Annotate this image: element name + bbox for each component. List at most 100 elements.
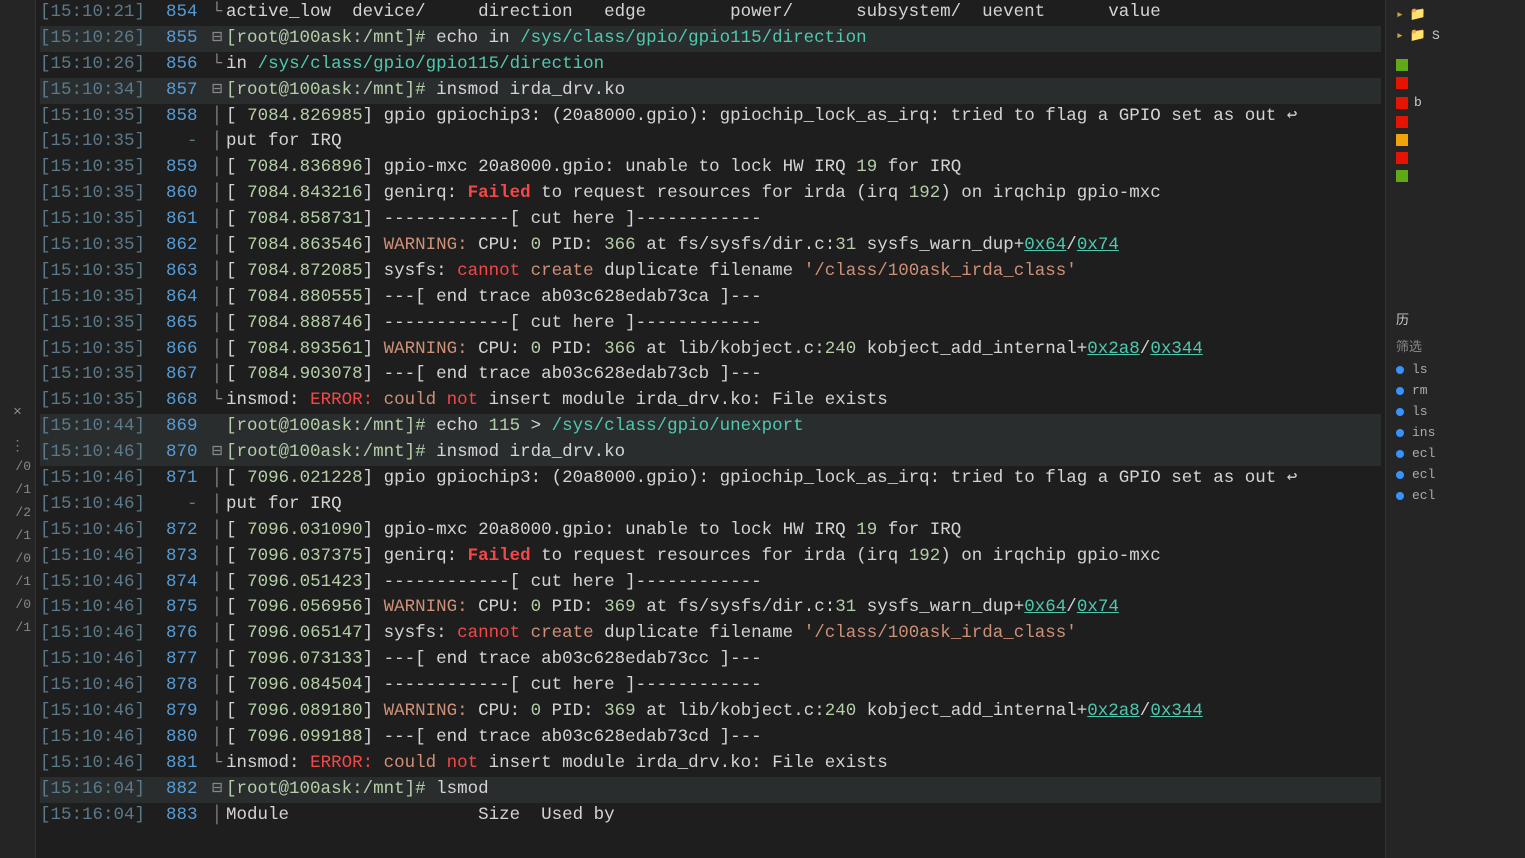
text-segment: at fs/sysfs/dir.c: (636, 235, 836, 255)
fold-icon[interactable]: └ (208, 52, 226, 78)
leftbar-item[interactable]: /1 (0, 570, 35, 593)
fold-icon[interactable]: │ (208, 595, 226, 621)
text-segment: lsmod (426, 779, 489, 799)
fold-icon[interactable]: │ (208, 129, 226, 155)
timestamp: [15:10:35] (40, 235, 156, 255)
timestamp: [15:10:35] (40, 183, 156, 203)
fold-icon[interactable]: │ (208, 233, 226, 259)
text-segment: at lib/kobject.c: (636, 701, 825, 721)
folder-item[interactable]: ▸📁 (1390, 4, 1521, 25)
history-item[interactable]: ecl (1390, 443, 1521, 464)
text-segment (520, 623, 531, 643)
text-segment: ] gpio gpiochip3: (20a8000.gpio): gpioch… (363, 468, 1298, 488)
fold-icon[interactable]: │ (208, 181, 226, 207)
terminal-line: [15:10:35] 861 │[ 7084.858731] ---------… (40, 207, 1381, 233)
text-segment: [ (226, 675, 247, 695)
fold-icon[interactable]: ⊟ (208, 26, 226, 52)
fold-icon[interactable]: │ (208, 725, 226, 751)
text-segment: ] genirq: (363, 546, 468, 566)
terminal-line: [15:10:35] 859 │[ 7084.836896] gpio-mxc … (40, 155, 1381, 181)
text-segment: 366 (604, 235, 636, 255)
filter-label[interactable]: 筛选 (1390, 332, 1521, 359)
status-item[interactable] (1390, 113, 1521, 131)
fold-icon[interactable]: │ (208, 155, 226, 181)
history-item[interactable]: ls (1390, 401, 1521, 422)
status-item[interactable]: b (1390, 92, 1521, 113)
status-item[interactable] (1390, 167, 1521, 185)
fold-icon[interactable]: └ (208, 751, 226, 777)
close-icon[interactable]: ✕ (0, 395, 35, 428)
terminal-output[interactable]: [15:10:21] 854 └active_low device/ direc… (36, 0, 1385, 858)
status-item[interactable] (1390, 74, 1521, 92)
history-item[interactable]: ecl (1390, 485, 1521, 506)
leftbar-item[interactable]: /1 (0, 524, 35, 547)
leftbar-item[interactable]: /0 (0, 593, 35, 616)
fold-icon[interactable]: │ (208, 699, 226, 725)
more-icon[interactable]: ⋮ (0, 438, 35, 455)
timestamp: [15:10:35] (40, 261, 156, 281)
fold-icon[interactable]: │ (208, 311, 226, 337)
fold-icon[interactable]: │ (208, 207, 226, 233)
text-segment: [ (226, 623, 247, 643)
fold-icon[interactable] (208, 414, 226, 440)
leftbar-item[interactable]: /0 (0, 547, 35, 570)
status-item[interactable] (1390, 56, 1521, 74)
fold-icon[interactable]: │ (208, 362, 226, 388)
leftbar-item[interactable]: /1 (0, 616, 35, 639)
line-number: 878 (156, 675, 209, 695)
text-segment: ERROR: (310, 753, 373, 773)
timestamp: [15:10:46] (40, 623, 156, 643)
timestamp: [15:10:46] (40, 649, 156, 669)
text-segment: 115 (489, 416, 521, 436)
fold-icon[interactable]: └ (208, 388, 226, 414)
leftbar-item[interactable]: /1 (0, 478, 35, 501)
text-segment: 7084.826985 (247, 106, 363, 126)
text-segment: 0x64 (1024, 597, 1066, 617)
text-segment: [root@100ask:/mnt]# (226, 779, 426, 799)
line-number: - (156, 131, 209, 151)
timestamp: [15:10:35] (40, 313, 156, 333)
status-item[interactable] (1390, 131, 1521, 149)
history-item[interactable]: ls (1390, 359, 1521, 380)
terminal-line: [15:10:46] 875 │[ 7096.056956] WARNING: … (40, 595, 1381, 621)
fold-icon[interactable]: │ (208, 492, 226, 518)
text-segment: 19 (856, 520, 877, 540)
fold-icon[interactable]: │ (208, 544, 226, 570)
terminal-line: [15:10:46] 881 └insmod: ERROR: could not… (40, 751, 1381, 777)
status-item[interactable] (1390, 149, 1521, 167)
fold-icon[interactable]: │ (208, 285, 226, 311)
line-number: 882 (156, 779, 209, 799)
timestamp: [15:10:21] (40, 2, 156, 22)
text-segment: echo in (426, 28, 521, 48)
history-item[interactable]: ecl (1390, 464, 1521, 485)
fold-icon[interactable]: │ (208, 647, 226, 673)
fold-icon[interactable]: │ (208, 466, 226, 492)
fold-icon[interactable]: ⊟ (208, 777, 226, 803)
history-item[interactable]: rm (1390, 380, 1521, 401)
fold-icon[interactable]: │ (208, 104, 226, 130)
history-text: ins (1412, 425, 1435, 440)
fold-icon[interactable]: │ (208, 673, 226, 699)
fold-icon[interactable]: └ (208, 0, 226, 26)
status-square-icon (1396, 116, 1408, 128)
text-segment (373, 390, 384, 410)
fold-icon[interactable]: │ (208, 518, 226, 544)
folder-item[interactable]: ▸📁S (1390, 25, 1521, 46)
text-segment: '/class/100ask_irda_class' (804, 261, 1077, 281)
text-segment: 369 (604, 701, 636, 721)
folder-icon: 📁 (1410, 28, 1426, 43)
fold-icon[interactable]: │ (208, 570, 226, 596)
fold-icon[interactable]: │ (208, 803, 226, 829)
history-item[interactable]: ins (1390, 422, 1521, 443)
line-number: 870 (156, 442, 209, 462)
fold-icon[interactable]: ⊟ (208, 78, 226, 104)
fold-icon[interactable]: │ (208, 259, 226, 285)
text-segment: [ (226, 106, 247, 126)
leftbar-item[interactable]: /2 (0, 501, 35, 524)
fold-icon[interactable]: │ (208, 621, 226, 647)
line-number: 873 (156, 546, 209, 566)
fold-icon[interactable]: │ (208, 337, 226, 363)
fold-icon[interactable]: ⊟ (208, 440, 226, 466)
leftbar-item[interactable]: /0 (0, 455, 35, 478)
text-segment: ] ------------[ cut here ]------------ (363, 572, 762, 592)
